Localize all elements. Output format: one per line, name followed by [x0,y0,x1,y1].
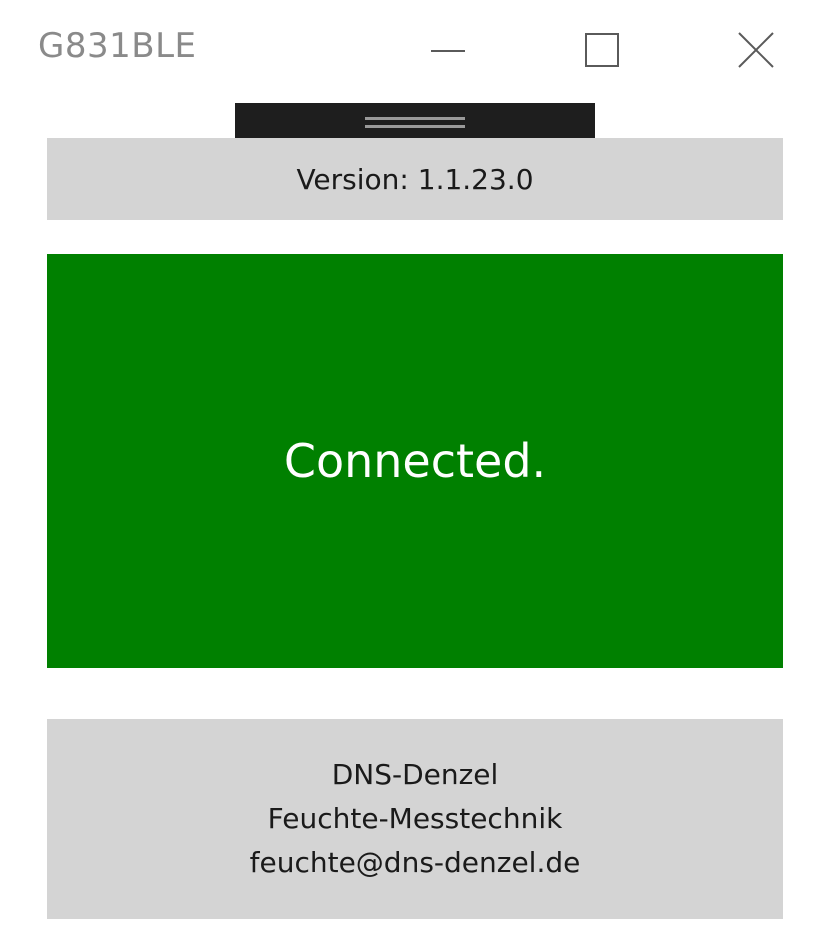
close-icon [738,32,774,68]
version-label: Version: 1.1.23.0 [296,162,534,196]
title-bar[interactable]: G831BLE [0,0,826,100]
maximize-icon [585,33,619,67]
company-subtitle: Feuchte-Messtechnik [267,802,563,835]
minimize-icon [431,50,465,52]
connection-status-panel: Connected. [47,254,783,668]
maximize-button[interactable] [571,18,631,82]
grip-icon [365,117,465,120]
connection-status-text: Connected. [283,434,547,488]
window-title: G831BLE [38,26,197,66]
company-info-box: DNS-Denzel Feuchte-Messtechnik feuchte@d… [47,719,783,919]
company-name: DNS-Denzel [331,758,499,791]
close-button[interactable] [726,18,786,82]
app-window: G831BLE Version: 1.1.23.0 Connected. DNS… [0,0,826,950]
drag-handle[interactable] [235,103,595,140]
minimize-button[interactable] [418,18,478,82]
company-email: feuchte@dns-denzel.de [249,846,581,879]
grip-icon [365,125,465,128]
version-bar: Version: 1.1.23.0 [47,138,783,220]
